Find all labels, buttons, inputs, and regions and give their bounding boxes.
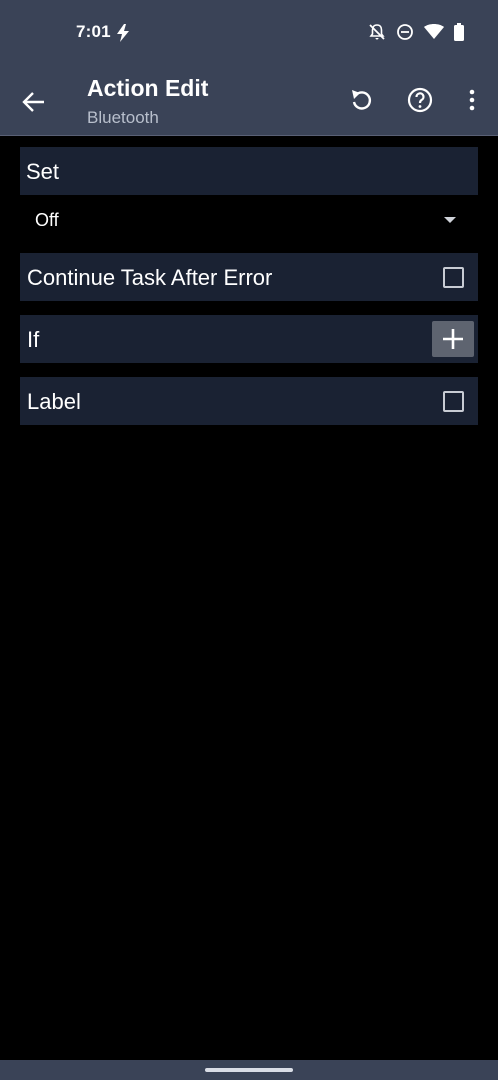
bolt-icon <box>116 24 130 47</box>
if-label: If <box>27 327 40 352</box>
do-not-disturb-icon <box>396 23 414 46</box>
status-time: 7:01 <box>76 22 111 41</box>
help-icon[interactable] <box>406 86 434 114</box>
page-subtitle: Bluetooth <box>87 108 159 127</box>
continue-task-checkbox[interactable] <box>443 267 464 288</box>
status-bar: 7:01 <box>0 0 498 64</box>
add-condition-button[interactable] <box>432 321 474 357</box>
navigation-bar <box>0 1060 498 1080</box>
set-header: Set <box>20 147 478 195</box>
back-arrow-icon[interactable] <box>20 88 48 116</box>
battery-icon <box>454 23 464 46</box>
continue-task-label: Continue Task After Error <box>27 265 273 290</box>
app-bar: Action Edit Bluetooth <box>0 64 498 135</box>
label-checkbox[interactable] <box>443 391 464 412</box>
wifi-icon <box>424 24 444 45</box>
continue-task-row[interactable]: Continue Task After Error <box>20 253 478 301</box>
set-dropdown-value: Off <box>35 210 59 230</box>
status-icons <box>368 23 464 46</box>
page-title: Action Edit <box>87 75 209 101</box>
plus-icon <box>443 329 463 349</box>
label-row[interactable]: Label <box>20 377 478 425</box>
if-row: If <box>20 315 478 363</box>
set-dropdown[interactable]: Off <box>20 198 478 244</box>
home-gesture-handle[interactable] <box>205 1068 293 1072</box>
undo-icon[interactable] <box>348 86 376 114</box>
set-label: Set <box>26 159 60 184</box>
notifications-off-icon <box>368 23 386 46</box>
label-label: Label <box>27 389 81 414</box>
dropdown-caret-icon <box>444 217 456 223</box>
more-vert-icon[interactable] <box>458 86 486 114</box>
app-bar-divider <box>0 135 498 136</box>
